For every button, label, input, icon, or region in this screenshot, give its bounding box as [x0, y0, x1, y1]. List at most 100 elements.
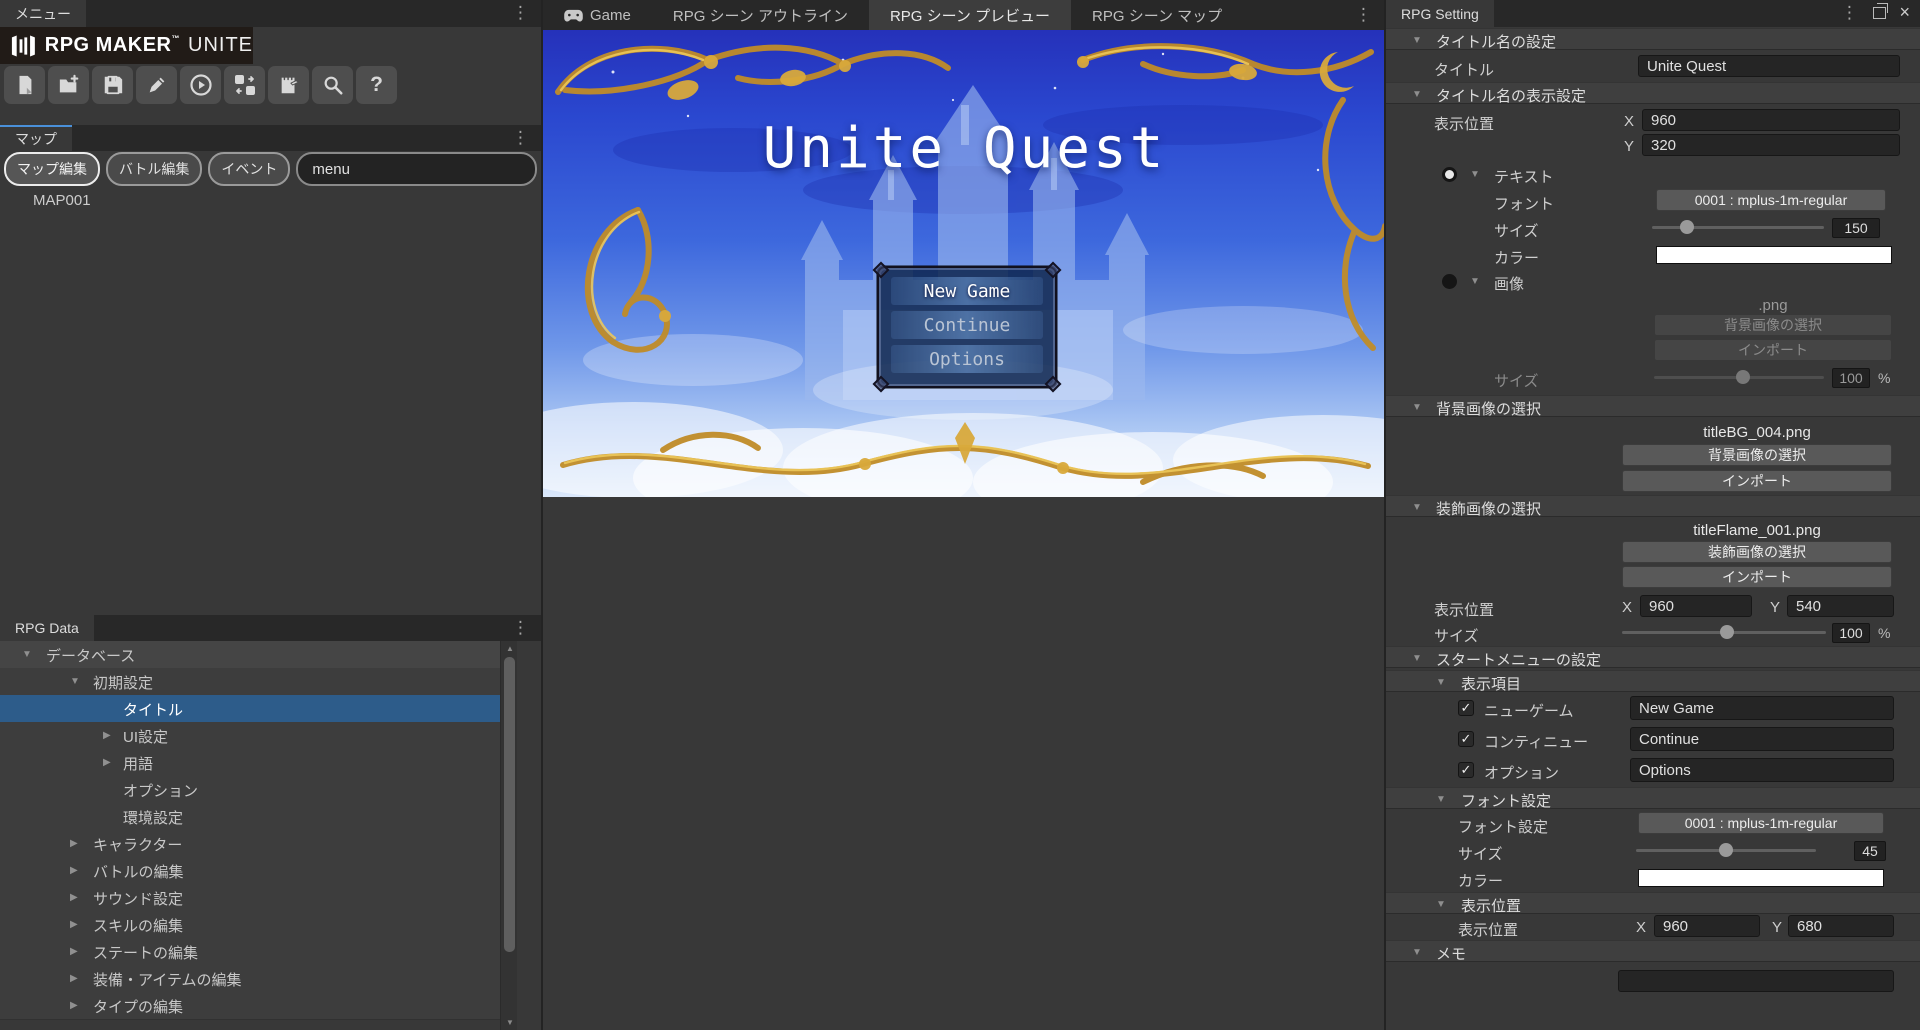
menu-x-input[interactable]: 960: [1654, 915, 1760, 937]
map-edit-button[interactable]: マップ編集: [4, 152, 100, 186]
section-font-settings[interactable]: ▼ フォント設定: [1386, 787, 1920, 809]
expand-arrow-icon[interactable]: ▼: [22, 649, 32, 660]
tab-map[interactable]: マップ: [0, 125, 72, 151]
menu-font-select-button[interactable]: 0001 : mplus-1m-regular: [1638, 812, 1884, 834]
collapse-arrow-icon[interactable]: ▶: [70, 1000, 78, 1011]
tab-rpg-scene-preview[interactable]: RPG シーン プレビュー: [869, 0, 1071, 30]
collapse-arrow-icon[interactable]: ▶: [103, 730, 111, 741]
text-size-slider[interactable]: [1652, 216, 1824, 238]
section-start-menu-settings[interactable]: ▼ スタートメニューの設定: [1386, 646, 1920, 668]
map-panel-options-icon[interactable]: ⋮: [512, 128, 529, 148]
tree-item-initial-settings[interactable]: ▼初期設定: [0, 668, 500, 696]
new-game-input[interactable]: New Game: [1630, 696, 1894, 720]
new-file-button[interactable]: [4, 66, 45, 104]
tree-item-skill-edit[interactable]: ▶スキルの編集: [0, 911, 500, 939]
scene-tiles-button[interactable]: [224, 66, 265, 104]
section-expand-icon[interactable]: ▼: [1412, 947, 1422, 958]
collapse-arrow-icon[interactable]: ▶: [70, 973, 78, 984]
scene-tab-options-icon[interactable]: ⋮: [1355, 5, 1372, 25]
continue-input[interactable]: Continue: [1630, 727, 1894, 751]
menu-item-continue[interactable]: Continue: [891, 311, 1043, 339]
tree-item-ui-settings[interactable]: ▶UI設定: [0, 722, 500, 750]
menu-panel-options-icon[interactable]: ⋮: [512, 3, 529, 23]
section-expand-icon[interactable]: ▼: [1412, 35, 1422, 46]
image-size-value[interactable]: 100: [1832, 368, 1870, 388]
image-size-slider[interactable]: [1654, 366, 1824, 388]
battle-edit-button[interactable]: バトル編集: [106, 152, 202, 186]
slider-thumb[interactable]: [1736, 370, 1750, 384]
continue-checkbox[interactable]: ✓: [1458, 731, 1474, 747]
tree-item-terms[interactable]: ▶用語: [0, 749, 500, 777]
tree-item-sound-settings[interactable]: ▶サウンド設定: [0, 884, 500, 912]
tree-scrollbar[interactable]: ▲ ▼: [500, 641, 517, 1030]
rpg-setting-options-icon[interactable]: ⋮: [1841, 3, 1858, 23]
bg-image-select-button-disabled[interactable]: 背景画像の選択: [1654, 314, 1892, 336]
collapse-arrow-icon[interactable]: ▶: [70, 946, 78, 957]
tab-rpg-data[interactable]: RPG Data: [0, 615, 94, 641]
scrollbar-thumb[interactable]: [504, 657, 515, 952]
title-x-input[interactable]: 960: [1642, 109, 1900, 131]
text-group-expand-icon[interactable]: ▼: [1470, 169, 1480, 180]
section-expand-icon[interactable]: ▼: [1436, 794, 1446, 805]
section-memo[interactable]: ▼ メモ: [1386, 940, 1920, 962]
new-game-checkbox[interactable]: ✓: [1458, 700, 1474, 716]
title-input[interactable]: Unite Quest: [1638, 55, 1900, 77]
section-expand-icon[interactable]: ▼: [1436, 899, 1446, 910]
section-expand-icon[interactable]: ▼: [1412, 402, 1422, 413]
tab-rpg-scene-map[interactable]: RPG シーン マップ: [1071, 0, 1243, 30]
tree-item-state-edit[interactable]: ▶ステートの編集: [0, 938, 500, 966]
deco-import-button[interactable]: インポート: [1622, 566, 1892, 588]
slider-thumb[interactable]: [1680, 220, 1694, 234]
open-folder-button[interactable]: [48, 66, 89, 104]
menu-y-input[interactable]: 680: [1788, 915, 1894, 937]
menu-item-options[interactable]: Options: [891, 345, 1043, 373]
collapse-arrow-icon[interactable]: ▶: [70, 838, 78, 849]
tree-item-title[interactable]: タイトル: [0, 695, 500, 723]
menu-item-new-game[interactable]: New Game: [891, 277, 1043, 305]
memo-input[interactable]: [1618, 970, 1894, 992]
section-menu-position[interactable]: ▼ 表示位置: [1386, 892, 1920, 914]
collapse-arrow-icon[interactable]: ▶: [70, 865, 78, 876]
image-group-expand-icon[interactable]: ▼: [1470, 276, 1480, 287]
tab-rpg-setting[interactable]: RPG Setting: [1386, 0, 1494, 27]
options-checkbox[interactable]: ✓: [1458, 762, 1474, 778]
edit-button[interactable]: [136, 66, 177, 104]
section-title-display-settings[interactable]: ▼ タイトル名の表示設定: [1386, 82, 1920, 104]
tree-item-type-edit[interactable]: ▶タイプの編集: [0, 992, 500, 1020]
section-expand-icon[interactable]: ▼: [1412, 653, 1422, 664]
tree-item-characters[interactable]: ▶キャラクター: [0, 830, 500, 858]
section-display-items[interactable]: ▼ 表示項目: [1386, 670, 1920, 692]
collapse-arrow-icon[interactable]: ▶: [70, 892, 78, 903]
text-size-value[interactable]: 150: [1832, 218, 1880, 238]
menu-font-size-value[interactable]: 45: [1854, 841, 1886, 861]
rpg-data-options-icon[interactable]: ⋮: [512, 618, 529, 638]
expand-arrow-icon[interactable]: ▼: [70, 676, 80, 687]
image-mode-radio[interactable]: [1442, 274, 1457, 289]
font-select-button[interactable]: 0001 : mplus-1m-regular: [1656, 189, 1886, 211]
scroll-up-icon[interactable]: ▲: [504, 644, 516, 653]
play-button[interactable]: [180, 66, 221, 104]
tree-item-environment[interactable]: 環境設定: [0, 803, 500, 831]
collapse-arrow-icon[interactable]: ▶: [103, 757, 111, 768]
slider-track[interactable]: [1652, 226, 1824, 229]
map-name-input[interactable]: menu: [296, 152, 537, 186]
section-expand-icon[interactable]: ▼: [1412, 89, 1422, 100]
text-mode-radio[interactable]: [1442, 167, 1457, 182]
tree-item-options[interactable]: オプション: [0, 776, 500, 804]
section-expand-icon[interactable]: ▼: [1436, 677, 1446, 688]
deco-x-input[interactable]: 960: [1640, 595, 1752, 617]
tab-menu[interactable]: メニュー: [0, 0, 86, 27]
slider-thumb[interactable]: [1719, 843, 1733, 857]
bg-image-select-button[interactable]: 背景画像の選択: [1622, 444, 1892, 466]
tree-item-battle-edit[interactable]: ▶バトルの編集: [0, 857, 500, 885]
collapse-arrow-icon[interactable]: ▶: [70, 919, 78, 930]
deco-image-select-button[interactable]: 装飾画像の選択: [1622, 541, 1892, 563]
deco-size-value[interactable]: 100: [1832, 623, 1870, 643]
save-button[interactable]: [92, 66, 133, 104]
notes-button[interactable]: [268, 66, 309, 104]
section-title-name-settings[interactable]: ▼ タイトル名の設定: [1386, 28, 1920, 50]
help-button[interactable]: ?: [356, 66, 397, 104]
options-input[interactable]: Options: [1630, 758, 1894, 782]
tree-item-equipment-item-edit[interactable]: ▶装備・アイテムの編集: [0, 965, 500, 993]
close-icon[interactable]: ×: [1899, 2, 1910, 23]
